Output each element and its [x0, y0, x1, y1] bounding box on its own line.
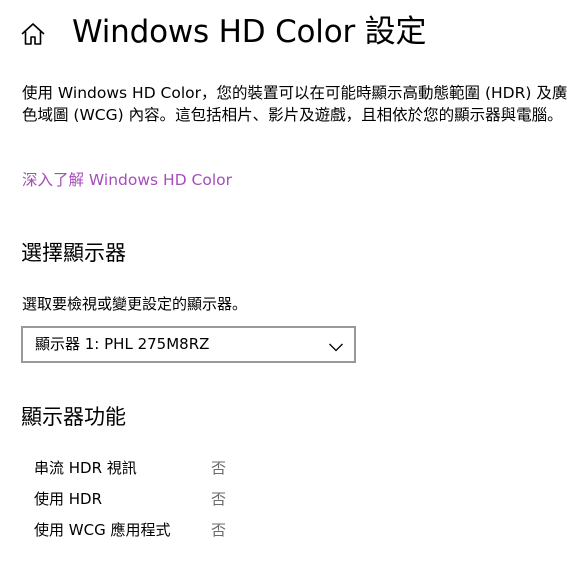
learn-more-link[interactable]: 深入了解 Windows HD Color — [22, 169, 232, 191]
select-display-heading: 選擇顯示器 — [21, 241, 126, 265]
capability-label: 使用 WCG 應用程式 — [34, 521, 171, 539]
display-dropdown-value: 顯示器 1: PHL 275M8RZ — [35, 335, 210, 353]
page-header: Windows HD Color 設定 — [0, 8, 588, 56]
display-dropdown[interactable]: 顯示器 1: PHL 275M8RZ — [21, 326, 356, 363]
capability-row-use-hdr: 使用 HDR 否 — [34, 488, 434, 519]
select-display-description: 選取要檢視或變更設定的顯示器。 — [22, 295, 248, 313]
capability-row-streaming-hdr: 串流 HDR 視訊 否 — [34, 457, 434, 488]
capability-row-wcg-apps: 使用 WCG 應用程式 否 — [34, 519, 434, 550]
home-icon[interactable] — [19, 20, 47, 48]
capability-label: 串流 HDR 視訊 — [34, 459, 137, 477]
capability-label: 使用 HDR — [34, 490, 103, 508]
capability-value: 否 — [211, 459, 227, 477]
display-capabilities-list: 串流 HDR 視訊 否 使用 HDR 否 使用 WCG 應用程式 否 — [34, 457, 434, 550]
display-capabilities-heading: 顯示器功能 — [21, 405, 126, 429]
page-title: Windows HD Color 設定 — [72, 14, 427, 50]
chevron-down-icon — [328, 338, 344, 352]
capability-value: 否 — [211, 490, 227, 508]
capability-value: 否 — [211, 521, 227, 539]
hd-color-description: 使用 Windows HD Color，您的裝置可以在可能時顯示高動態範圍 (H… — [22, 84, 568, 124]
